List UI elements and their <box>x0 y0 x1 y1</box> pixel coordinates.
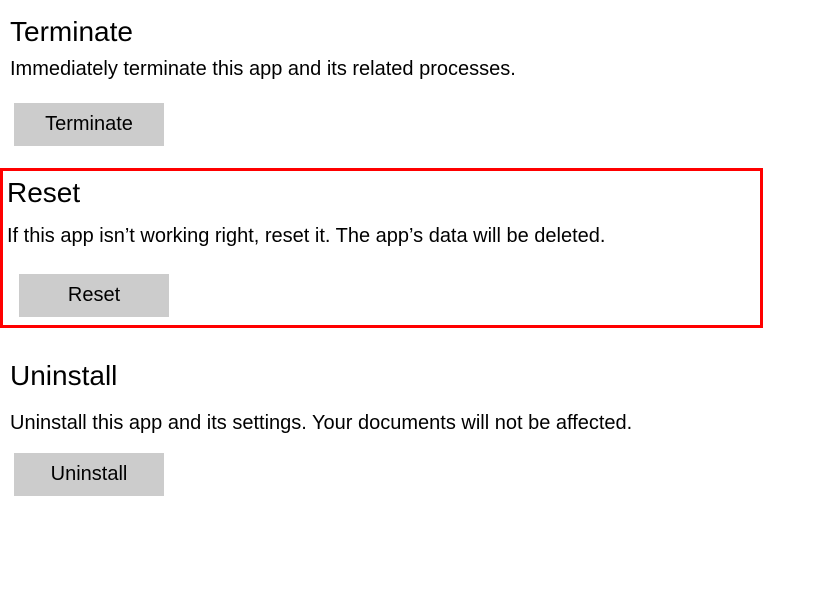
terminate-heading: Terminate <box>0 16 818 48</box>
uninstall-button[interactable]: Uninstall <box>14 453 164 496</box>
reset-heading: Reset <box>3 177 760 209</box>
uninstall-description: Uninstall this app and its settings. You… <box>0 412 818 435</box>
reset-button[interactable]: Reset <box>19 274 169 317</box>
uninstall-section: Uninstall Uninstall this app and its set… <box>0 338 818 496</box>
reset-description: If this app isn’t working right, reset i… <box>3 225 760 248</box>
terminate-section: Terminate Immediately terminate this app… <box>0 0 818 146</box>
uninstall-heading: Uninstall <box>0 360 818 392</box>
terminate-description: Immediately terminate this app and its r… <box>0 58 818 81</box>
reset-section: Reset If this app isn’t working right, r… <box>0 168 763 328</box>
terminate-button[interactable]: Terminate <box>14 103 164 146</box>
